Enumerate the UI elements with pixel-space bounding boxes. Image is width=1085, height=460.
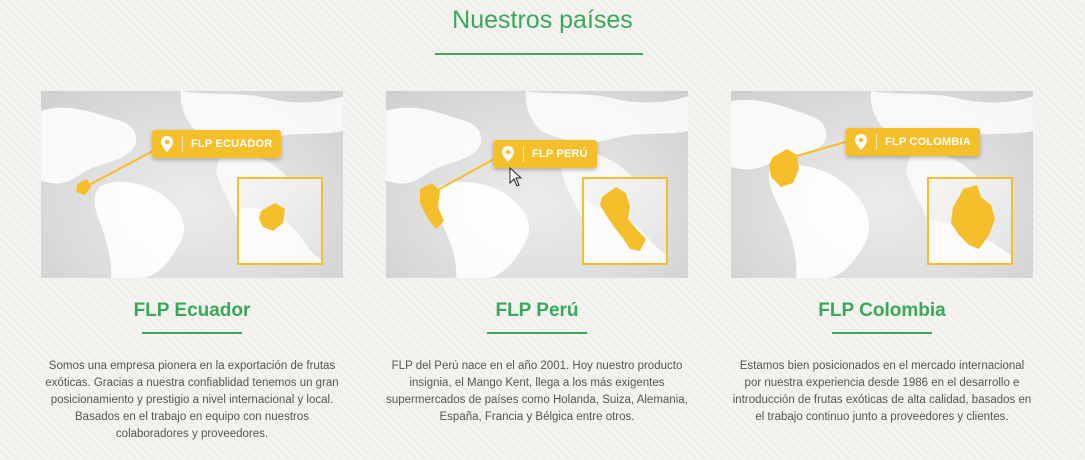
country-card-peru: FLP PERÚ FLP Perú FLP del Perú nace en e… bbox=[386, 91, 688, 426]
map-peru[interactable]: FLP PERÚ bbox=[386, 91, 688, 278]
map-ecuador[interactable]: FLP ECUADOR bbox=[41, 91, 343, 278]
pin-label: FLP ECUADOR bbox=[191, 138, 273, 150]
map-marker-icon bbox=[855, 134, 867, 150]
card-title: FLP Colombia bbox=[818, 300, 946, 321]
country-card-ecuador: FLP ECUADOR FLP Ecuador Somos una empres… bbox=[41, 91, 343, 443]
card-title: FLP Ecuador bbox=[133, 300, 251, 321]
pin-separator bbox=[876, 134, 877, 150]
card-description: Somos una empresa pionera en la exportac… bbox=[45, 360, 339, 440]
country-inset-colombia bbox=[927, 177, 1013, 265]
card-title-underline bbox=[487, 332, 587, 334]
country-card-colombia: FLP COLOMBIA FLP Colombia Estamos bien p… bbox=[731, 91, 1033, 426]
location-pin-ecuador[interactable]: FLP ECUADOR bbox=[152, 130, 282, 158]
pin-label: FLP COLOMBIA bbox=[885, 136, 971, 148]
map-colombia[interactable]: FLP COLOMBIA bbox=[731, 91, 1033, 278]
card-description: Estamos bien posicionados en el mercado … bbox=[732, 360, 1032, 423]
location-pin-peru[interactable]: FLP PERÚ bbox=[493, 140, 597, 168]
country-inset-ecuador bbox=[237, 177, 323, 265]
card-title-underline bbox=[832, 332, 932, 334]
map-marker-icon bbox=[161, 136, 173, 152]
location-pin-colombia[interactable]: FLP COLOMBIA bbox=[846, 128, 980, 156]
country-inset-peru bbox=[582, 177, 668, 265]
pin-separator bbox=[523, 146, 524, 162]
card-title: FLP Perú bbox=[495, 300, 579, 321]
pin-separator bbox=[182, 136, 183, 152]
mouse-pointer-icon bbox=[509, 167, 523, 187]
title-underline bbox=[435, 53, 643, 55]
pin-label: FLP PERÚ bbox=[532, 148, 588, 160]
card-description: FLP del Perú nace en el año 2001. Hoy nu… bbox=[386, 360, 688, 423]
section-title: Nuestros países bbox=[452, 6, 633, 34]
map-marker-icon bbox=[502, 146, 514, 162]
highlighted-country-shape bbox=[76, 179, 91, 195]
card-title-underline bbox=[142, 332, 242, 334]
